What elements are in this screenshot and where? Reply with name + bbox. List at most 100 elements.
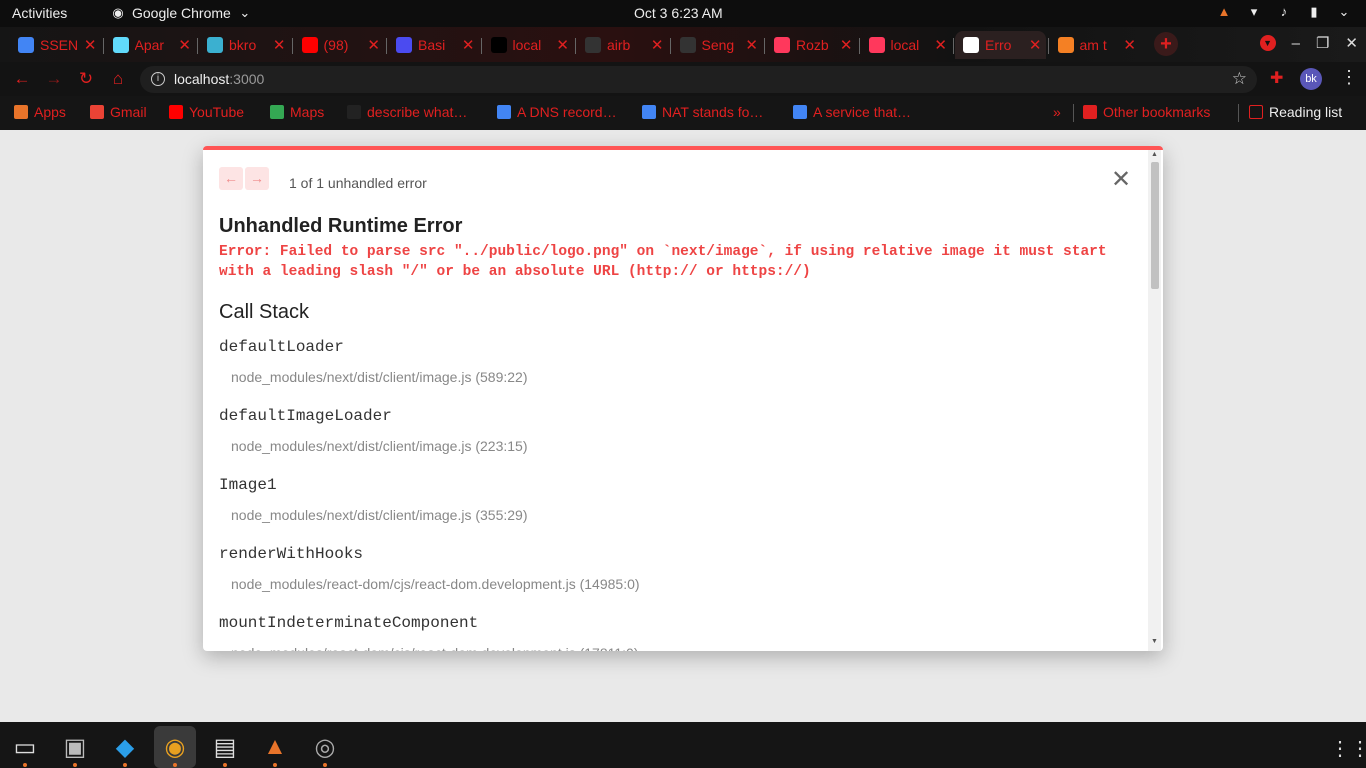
browser-tab[interactable]: Rozb ✕	[766, 31, 857, 59]
bookmark-label: NAT stands fo…	[662, 104, 764, 120]
error-count-text: 1 of 1 unhandled error	[289, 175, 427, 191]
address-bar[interactable]: i localhost:3000 ☆	[140, 66, 1257, 93]
scrollbar-thumb[interactable]	[1151, 162, 1159, 289]
browser-tab[interactable]: local ✕	[861, 31, 952, 59]
bookmark-item[interactable]: YouTube	[169, 104, 244, 120]
tab-close-icon[interactable]: ✕	[651, 36, 664, 54]
tab-close-icon[interactable]: ✕	[1123, 36, 1136, 54]
stack-frame[interactable]: Image1 node_modules/next/dist/client/imag…	[219, 476, 1119, 523]
stack-frame-location[interactable]: node_modules/next/dist/client/image.js (…	[231, 507, 1119, 523]
tab-title: airb	[607, 37, 631, 53]
bookmark-label: YouTube	[189, 104, 245, 120]
bookmark-label: Gmail	[110, 104, 147, 120]
stack-frame-location[interactable]: node_modules/next/dist/client/image.js (…	[231, 369, 1119, 385]
dock-item[interactable]: ◉	[154, 726, 196, 768]
bookmark-item[interactable]: A service that…	[793, 104, 911, 120]
restore-icon[interactable]: ❐	[1316, 34, 1329, 52]
browser-tab[interactable]: local ✕	[483, 31, 574, 59]
tab-close-icon[interactable]: ✕	[178, 36, 191, 54]
previous-error-arrow-icon[interactable]: ←	[219, 167, 243, 190]
system-tray[interactable]: ▲ ▾ ♪ ▮ ⌄	[1216, 4, 1352, 20]
bookmarks-overflow-button[interactable]: »	[1053, 104, 1061, 120]
stack-frame-location[interactable]: node_modules/next/dist/client/image.js (…	[231, 438, 1119, 454]
forward-icon[interactable]: →	[43, 69, 65, 89]
running-indicator	[273, 763, 277, 767]
bookmark-item[interactable]: Gmail	[90, 104, 147, 120]
dock-item[interactable]: ▣	[54, 726, 96, 768]
browser-tab[interactable]: bkro ✕	[199, 31, 290, 59]
bookmark-item[interactable]: Maps	[270, 104, 324, 120]
tab-close-icon[interactable]: ✕	[273, 36, 286, 54]
gmail-icon	[90, 105, 104, 119]
reload-icon[interactable]: ↻	[75, 69, 97, 89]
browser-tab[interactable]: SSEN ✕	[10, 31, 101, 59]
stack-frame[interactable]: defaultImageLoader node_modules/next/dist…	[219, 407, 1119, 454]
back-icon[interactable]: ←	[11, 69, 33, 89]
chrome-menu-icon[interactable]: ⋮	[1340, 67, 1358, 88]
minimize-icon[interactable]: –	[1292, 35, 1300, 52]
other-bookmarks[interactable]: Other bookmarks	[1083, 104, 1210, 120]
url-text[interactable]: localhost:3000	[174, 71, 264, 87]
battery-icon[interactable]: ▮	[1306, 4, 1322, 20]
stack-frame[interactable]: mountIndeterminateComponent node_modules/…	[219, 614, 1119, 651]
volume-icon[interactable]: ♪	[1276, 4, 1292, 20]
dock-item[interactable]: ▲	[254, 726, 296, 768]
activities-button[interactable]: Activities	[12, 5, 67, 21]
vercel-icon	[490, 37, 507, 53]
tab-close-icon[interactable]: ✕	[84, 36, 97, 54]
overlay-scrollbar[interactable]: ▲ ▼	[1148, 150, 1161, 651]
scroll-up-icon[interactable]: ▲	[1151, 151, 1158, 158]
extensions-puzzle-icon[interactable]: ✚	[1270, 68, 1283, 88]
profile-avatar[interactable]: bk	[1300, 68, 1322, 90]
stack-frame[interactable]: renderWithHooks node_modules/react-dom/cj…	[219, 545, 1119, 592]
tab-close-icon[interactable]: ✕	[840, 36, 853, 54]
reading-list[interactable]: Reading list	[1249, 104, 1342, 120]
dock-item[interactable]: ▭	[4, 726, 46, 768]
dock-item[interactable]: ▤	[204, 726, 246, 768]
browser-tab[interactable]: Erro ✕	[955, 31, 1046, 59]
next-error-arrow-icon[interactable]: →	[245, 167, 269, 190]
app-menu[interactable]: ◉ Google Chrome ⌄	[110, 5, 253, 21]
new-tab-button[interactable]: +	[1154, 32, 1178, 56]
scroll-down-icon[interactable]: ▼	[1151, 638, 1158, 645]
bookmark-star-icon[interactable]: ☆	[1232, 69, 1247, 89]
files-icon: ▭	[13, 733, 37, 761]
stack-frame-location[interactable]: node_modules/react-dom/cjs/react-dom.dev…	[231, 645, 1119, 651]
browser-tab[interactable]: airb ✕	[577, 31, 668, 59]
stack-frame-function: defaultImageLoader	[219, 407, 392, 425]
chevron-down-icon[interactable]: ⌄	[1336, 4, 1352, 20]
tab-close-icon[interactable]: ✕	[462, 36, 475, 54]
site-info-icon[interactable]: i	[151, 72, 165, 86]
bookmark-item[interactable]: describe what…	[347, 104, 467, 120]
browser-tab[interactable]: am t ✕	[1050, 31, 1141, 59]
bookmark-item[interactable]: A DNS record…	[497, 104, 617, 120]
youtube-icon	[301, 37, 318, 53]
tab-close-icon[interactable]: ✕	[1029, 36, 1042, 54]
close-icon[interactable]: ✕	[1111, 168, 1131, 192]
bookmark-item[interactable]: NAT stands fo…	[642, 104, 763, 120]
dock-item[interactable]: ◆	[104, 726, 146, 768]
tab-close-icon[interactable]: ✕	[556, 36, 569, 54]
url-port: :3000	[229, 71, 265, 87]
close-window-icon[interactable]: ✕	[1345, 34, 1358, 52]
google-icon	[963, 37, 979, 53]
tab-close-icon[interactable]: ✕	[367, 36, 380, 54]
youtube-music-icon[interactable]: ▼	[1259, 35, 1276, 51]
show-applications-icon[interactable]: ⋮⋮⋮	[1330, 736, 1366, 761]
stack-frame-location[interactable]: node_modules/react-dom/cjs/react-dom.dev…	[231, 576, 1119, 592]
browser-tab[interactable]: Apar ✕	[105, 31, 196, 59]
browser-tab[interactable]: (98) ✕	[294, 31, 385, 59]
browser-tab[interactable]: Seng ✕	[672, 31, 763, 59]
vlc-tray-icon[interactable]: ▲	[1216, 4, 1232, 20]
bookmark-item[interactable]: Apps	[14, 104, 66, 120]
tab-separator	[764, 38, 765, 54]
wifi-icon[interactable]: ▾	[1246, 4, 1262, 20]
tab-close-icon[interactable]: ✕	[745, 36, 758, 54]
tab-close-icon[interactable]: ✕	[934, 36, 947, 54]
stack-frame[interactable]: defaultLoader node_modules/next/dist/clie…	[219, 338, 1119, 385]
clock[interactable]: Oct 3 6:23 AM	[634, 5, 723, 21]
home-icon[interactable]: ⌂	[107, 69, 129, 89]
browser-tab[interactable]: Basi ✕	[388, 31, 479, 59]
p-icon	[396, 37, 412, 53]
dock-item[interactable]: ◎	[304, 726, 346, 768]
